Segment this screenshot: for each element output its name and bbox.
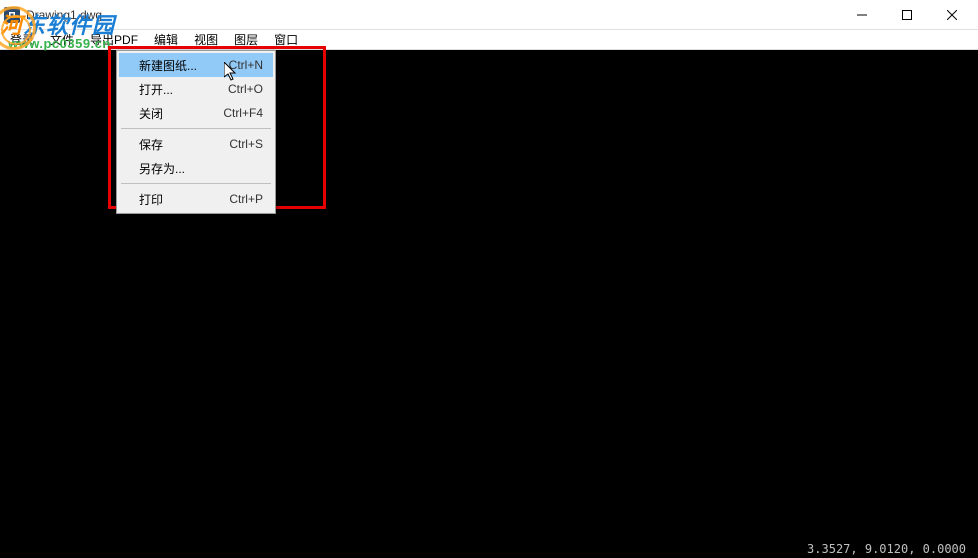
menu-save-as[interactable]: 另存为... [119, 156, 273, 180]
menu-export-pdf[interactable]: 导出PDF [82, 29, 146, 50]
app-icon [4, 7, 20, 23]
minimize-button[interactable] [839, 0, 884, 30]
window-controls [839, 0, 974, 30]
menu-layer[interactable]: 图层 [226, 29, 266, 50]
menu-separator [121, 128, 271, 129]
menu-new-drawing[interactable]: 新建图纸... Ctrl+N [119, 53, 273, 77]
menu-item-shortcut: Ctrl+P [229, 192, 263, 206]
menu-save[interactable]: 保存 Ctrl+S [119, 132, 273, 156]
menu-item-shortcut: Ctrl+F4 [223, 106, 263, 120]
window-title: Drawing1.dwg [26, 8, 839, 22]
titlebar: Drawing1.dwg [0, 0, 978, 30]
coordinates-display: 3.3527, 9.0120, 0.0000 [807, 542, 966, 556]
statusbar: 3.3527, 9.0120, 0.0000 [0, 540, 978, 558]
file-dropdown-menu: 新建图纸... Ctrl+N 打开... Ctrl+O 关闭 Ctrl+F4 保… [116, 50, 276, 214]
menu-print[interactable]: 打印 Ctrl+P [119, 187, 273, 211]
menu-item-label: 打印 [139, 191, 229, 208]
close-button[interactable] [929, 0, 974, 30]
menu-item-shortcut: Ctrl+N [229, 58, 263, 72]
menu-open[interactable]: 打开... Ctrl+O [119, 77, 273, 101]
maximize-button[interactable] [884, 0, 929, 30]
menu-close[interactable]: 关闭 Ctrl+F4 [119, 101, 273, 125]
menu-item-shortcut: Ctrl+S [229, 137, 263, 151]
menu-window[interactable]: 窗口 [266, 29, 306, 50]
menu-file[interactable]: 文件 [42, 29, 82, 50]
menu-item-label: 打开... [139, 81, 228, 98]
menu-item-label: 保存 [139, 136, 229, 153]
menu-edit[interactable]: 编辑 [146, 29, 186, 50]
menu-login[interactable]: 登录 [2, 29, 42, 50]
menu-item-shortcut: Ctrl+O [228, 82, 263, 96]
menubar: 登录 文件 导出PDF 编辑 视图 图层 窗口 [0, 30, 978, 50]
menu-view[interactable]: 视图 [186, 29, 226, 50]
menu-separator [121, 183, 271, 184]
menu-item-label: 新建图纸... [139, 57, 229, 74]
menu-item-label: 另存为... [139, 160, 263, 177]
menu-item-label: 关闭 [139, 105, 223, 122]
